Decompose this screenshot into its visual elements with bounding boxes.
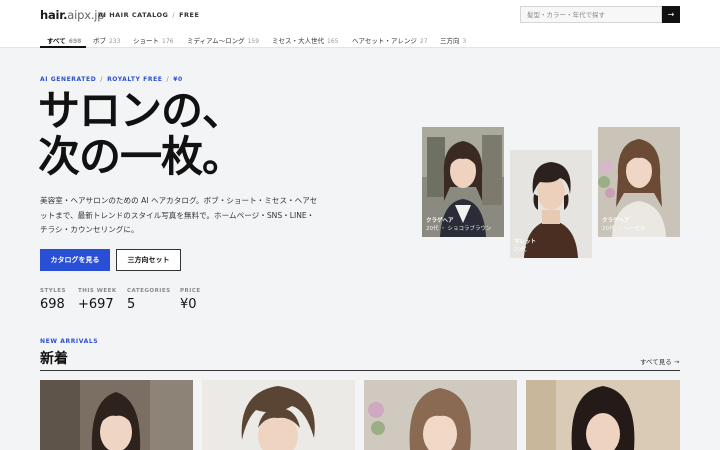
stat-value: 698 xyxy=(40,297,65,312)
tab-count: 233 xyxy=(109,38,121,45)
tab-count: 176 xyxy=(162,38,174,45)
new-arrival-thumb[interactable] xyxy=(364,380,517,450)
eyebrow-royalty: ROYALTY FREE xyxy=(107,76,163,83)
stat-label: THIS WEEK xyxy=(78,288,117,294)
stat-value: 5 xyxy=(127,297,136,312)
new-arrival-thumb[interactable] xyxy=(526,380,680,450)
stat-value: ¥0 xyxy=(180,297,197,312)
hero-eyebrow: AI GENERATED / ROYALTY FREE / ¥0 xyxy=(40,76,183,83)
card-caption: クラゲヘア 20代 ・ ヘーゼル xyxy=(602,217,646,233)
portrait-photo xyxy=(364,380,517,450)
tab-label: ヘアセット・アレンジ xyxy=(352,37,417,45)
new-arrivals-eyebrow: NEW ARRIVALS xyxy=(40,338,99,345)
stat-styles: STYLES 698 xyxy=(40,288,66,312)
tab-count: 698 xyxy=(68,38,82,45)
card-title: マレット xyxy=(514,239,537,245)
see-all-link[interactable]: すべて見る → xyxy=(640,356,679,366)
stat-label: STYLES xyxy=(40,288,66,294)
view-catalog-button[interactable]: カタログを見る xyxy=(40,249,110,271)
tab-short[interactable]: ショート 176 xyxy=(133,35,173,45)
tab-hairset[interactable]: ヘアセット・アレンジ 27 xyxy=(352,35,428,45)
category-tabs: すべて 698 ボブ 233 ショート 176 ミディアム〜ロング 159 ミセス・大人… xyxy=(0,31,720,48)
logo-main: hair. xyxy=(40,8,68,22)
card-caption: マレット 20代 xyxy=(514,238,536,254)
hero-title: サロンの、 次の一枚。 xyxy=(38,86,244,181)
eyebrow-separator: / xyxy=(166,76,170,83)
search-input[interactable] xyxy=(520,6,662,23)
breadcrumb: AI HAIR CATALOG / FREE xyxy=(98,11,199,19)
tab-count: 27 xyxy=(419,38,428,45)
tab-label: すべて xyxy=(47,37,66,45)
search-button[interactable]: → xyxy=(662,6,680,23)
stat-value: +697 xyxy=(78,297,114,312)
eyebrow-price: ¥0 xyxy=(173,76,183,83)
tab-medium-long[interactable]: ミディアム〜ロング 159 xyxy=(187,35,259,45)
tab-label: ショート xyxy=(133,37,159,45)
stat-price: PRICE ¥0 xyxy=(180,288,201,312)
portrait-photo xyxy=(202,380,355,450)
three-view-set-button[interactable]: 三方向セット xyxy=(116,249,181,271)
site-logo[interactable]: hair.aipx.jp xyxy=(40,8,105,22)
hero-title-line2: 次の一枚。 xyxy=(38,132,244,181)
hero-description: 美容室・ヘアサロンのための AI ヘアカタログ。ボブ・ショート・ミセス・ヘアセッ… xyxy=(40,196,318,234)
card-caption: クラゲヘア 20代 ・ ショコラブラウン xyxy=(426,217,492,233)
tab-count: 165 xyxy=(327,38,339,45)
stat-categories: CATEGORIES 5 xyxy=(127,288,171,312)
card-title: クラゲヘア xyxy=(426,218,454,224)
tab-label: 三方向 xyxy=(440,37,460,45)
new-arrival-thumb[interactable] xyxy=(202,380,355,450)
tab-label: ミセス・大人世代 xyxy=(272,37,324,45)
breadcrumb-separator: / xyxy=(172,11,176,19)
tab-label: ミディアム〜ロング xyxy=(187,37,245,45)
stat-label: PRICE xyxy=(180,288,201,294)
breadcrumb-free: FREE xyxy=(179,11,200,19)
stat-this-week: THIS WEEK +697 xyxy=(78,288,117,312)
tab-count: 3 xyxy=(462,38,467,45)
active-tab-indicator xyxy=(40,46,86,48)
card-title: クラゲヘア xyxy=(602,218,630,224)
tab-bob[interactable]: ボブ 233 xyxy=(93,35,120,45)
card-subtitle: 20代 ・ ヘーゼル xyxy=(602,226,646,232)
section-divider xyxy=(40,370,680,371)
card-subtitle: 20代 ・ ショコラブラウン xyxy=(426,226,492,232)
eyebrow-separator: / xyxy=(100,76,104,83)
portrait-photo xyxy=(526,380,680,450)
portrait-photo xyxy=(40,380,193,450)
new-arrival-thumb[interactable] xyxy=(40,380,193,450)
stat-label: CATEGORIES xyxy=(127,288,171,294)
tab-label: ボブ xyxy=(93,37,106,45)
tab-count: 159 xyxy=(247,38,260,45)
new-arrivals-title: 新着 xyxy=(40,351,68,367)
top-header: hair.aipx.jp AI HAIR CATALOG/FREE → xyxy=(0,0,720,31)
eyebrow-ai: AI GENERATED xyxy=(40,76,97,83)
tab-mrs[interactable]: ミセス・大人世代 165 xyxy=(272,35,338,45)
hero-title-line1: サロンの、 xyxy=(38,86,244,135)
card-subtitle: 20代 xyxy=(514,247,527,253)
style-card-jellyfish-2[interactable]: クラゲヘア 20代 ・ ヘーゼル xyxy=(598,127,680,237)
arrow-right-icon: → xyxy=(667,10,675,19)
style-card-jellyfish-1[interactable]: クラゲヘア 20代 ・ ショコラブラウン xyxy=(422,127,504,237)
tab-all[interactable]: すべて 698 xyxy=(47,35,81,45)
tab-three-view[interactable]: 三方向 3 xyxy=(440,35,466,45)
style-card-mullet[interactable]: マレット 20代 xyxy=(510,150,592,258)
breadcrumb-catalog: AI HAIR CATALOG xyxy=(98,11,169,19)
